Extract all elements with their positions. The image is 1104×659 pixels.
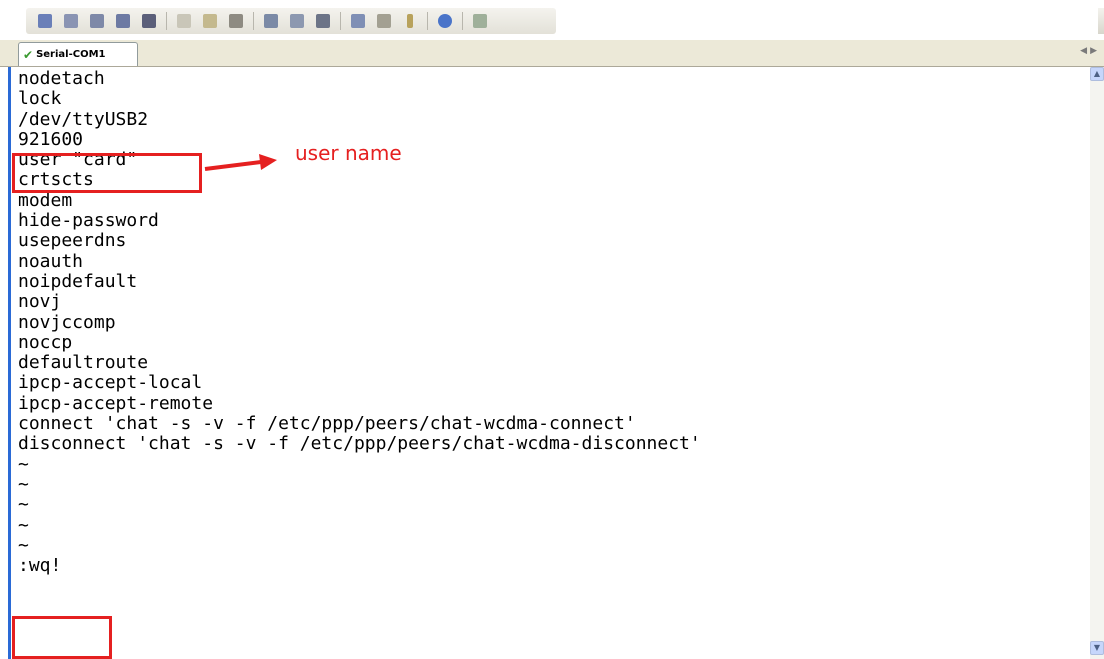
terminal-line: ipcp-accept-remote [18,392,214,414]
tab-serial-com1[interactable]: ✔ Serial-COM1 [18,42,138,66]
tab-bar: ✔ Serial-COM1 ◀▶ [0,40,1104,67]
terminal-line: hide-password [18,210,159,232]
connect-icon[interactable] [34,11,56,31]
terminal-line: novjccomp [18,311,116,333]
toolbar-strip [26,8,556,34]
terminal-line: nodetach [18,68,105,89]
vim-command-line: :wq! [18,555,62,577]
terminal-line: noauth [18,250,84,272]
terminal-line: defaultroute [18,352,149,374]
key-icon[interactable] [399,11,421,31]
paste-icon[interactable] [199,11,221,31]
connected-check-icon: ✔ [23,47,34,62]
toolbar-separator [427,12,428,30]
terminal-line: noccp [18,331,73,353]
print-icon[interactable] [312,11,334,31]
print-setup-icon[interactable] [260,11,282,31]
terminal-line: ~ [18,534,29,556]
annotation-arrow-icon [204,154,277,171]
terminal-line: ~ [18,514,29,536]
toolbar-separator [253,12,254,30]
terminal-line: novj [18,291,62,313]
disconnect-icon[interactable] [60,11,82,31]
tab-scroll-arrows[interactable]: ◀▶ [1080,46,1100,56]
reconnect-icon[interactable] [86,11,108,31]
terminal-line: /dev/ttyUSB2 [18,108,149,130]
scroll-down-icon[interactable]: ▼ [1090,641,1104,655]
scroll-up-icon[interactable]: ▲ [1090,67,1104,81]
print-preview-icon[interactable] [286,11,308,31]
vertical-scrollbar[interactable]: ▲ ▼ [1090,67,1104,659]
toolbar-separator [340,12,341,30]
save-command-highlight-box [12,616,112,659]
user-name-highlight-box [12,153,202,193]
tab-label: Serial-COM1 [36,49,106,60]
help-icon[interactable] [434,11,456,31]
terminal-line: ~ [18,494,29,516]
terminal-line: noipdefault [18,270,138,292]
toolbar-separator [166,12,167,30]
terminal-line: ~ [18,473,29,495]
copy-icon[interactable] [173,11,195,31]
toolbar-edge [1098,8,1104,34]
settings-icon[interactable] [347,11,369,31]
find-icon[interactable] [225,11,247,31]
terminal-line: ipcp-accept-local [18,372,203,394]
terminal-line: ~ [18,453,29,475]
close-session-icon[interactable] [138,11,160,31]
terminal-line: connect 'chat -s -v -f /etc/ppp/peers/ch… [18,413,636,435]
terminal-line: usepeerdns [18,230,127,252]
terminal-line: disconnect 'chat -s -v -f /etc/ppp/peers… [18,433,701,455]
toolbar-separator [462,12,463,30]
terminal-line: lock [18,88,62,110]
map-icon[interactable] [469,11,491,31]
annotation-label: user name [295,141,402,165]
toolbar [0,0,1104,40]
options-icon[interactable] [373,11,395,31]
session-icon[interactable] [112,11,134,31]
terminal-line: modem [18,189,73,211]
